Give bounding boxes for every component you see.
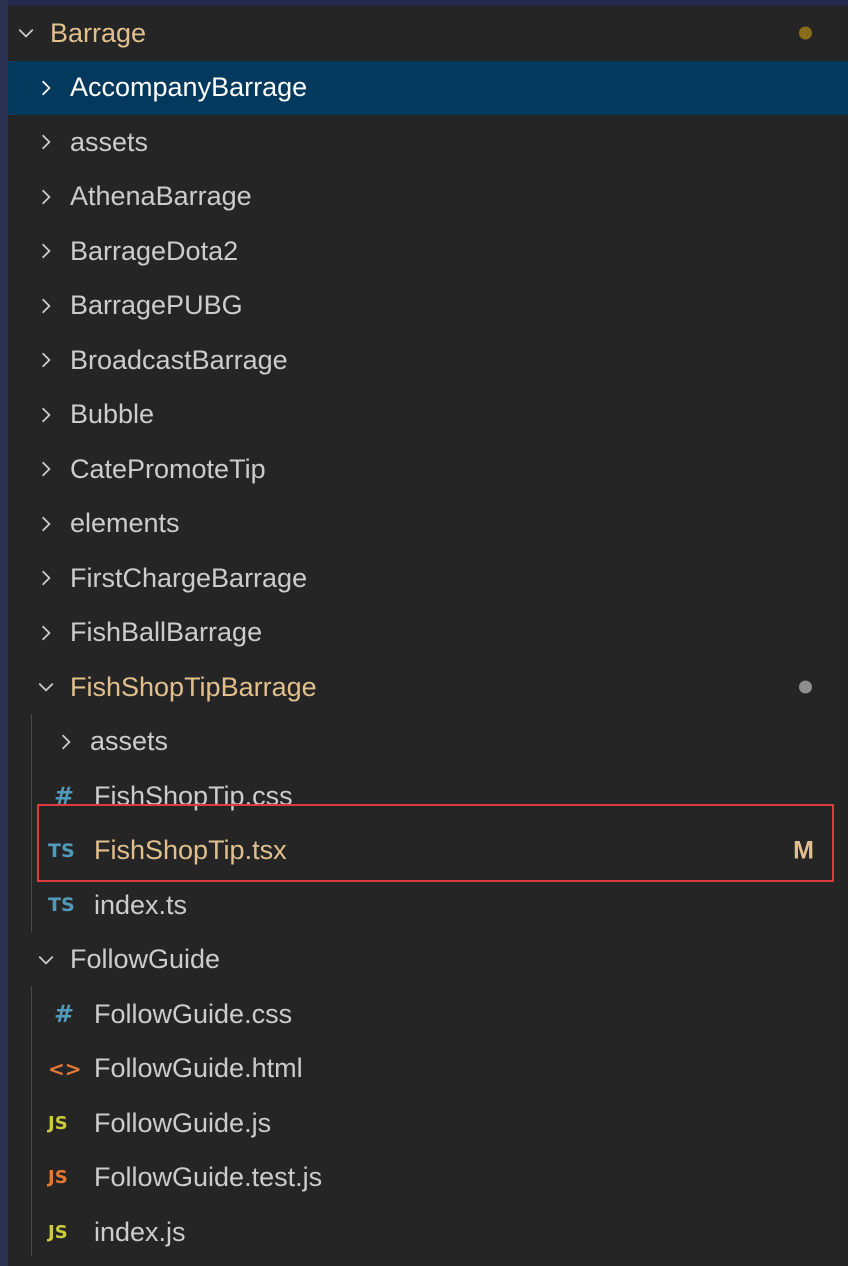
folder-athenabarrage[interactable]: AthenaBarrage [8, 170, 848, 225]
folder-assets[interactable]: assets [8, 115, 848, 170]
file-label: FollowGuide.html [94, 1053, 303, 1084]
folder-fishshop-assets[interactable]: assets [8, 715, 848, 770]
chevron-right-icon [36, 401, 56, 428]
chevron-right-icon [36, 510, 56, 537]
folder-barragedota2[interactable]: BarrageDota2 [8, 224, 848, 279]
file-followguide-css[interactable]: # FollowGuide.css [8, 987, 848, 1042]
chevron-right-icon [56, 728, 76, 755]
chevron-right-icon [36, 74, 56, 101]
folder-elements[interactable]: elements [8, 497, 848, 552]
chevron-down-icon [36, 946, 56, 973]
file-fishshoptip-css[interactable]: # FishShopTip.css [8, 769, 848, 824]
folder-label: Barrage [50, 17, 147, 48]
file-explorer-tree: Barrage AccompanyBarrage assets AthenaBa… [8, 6, 848, 1266]
file-label: index.ts [94, 889, 188, 920]
chevron-right-icon [36, 619, 56, 646]
chevron-right-icon [36, 292, 56, 319]
chevron-right-icon [36, 238, 56, 265]
indent-guide [31, 714, 32, 932]
folder-broadcastbarrage[interactable]: BroadcastBarrage [8, 333, 848, 388]
modified-badge: M [793, 836, 814, 865]
folder-label: FollowGuide [70, 944, 221, 975]
file-label: FollowGuide.test.js [94, 1162, 323, 1193]
activity-bar-edge [0, 0, 8, 1266]
file-followguide-js[interactable]: JS FollowGuide.js [8, 1096, 848, 1151]
chevron-right-icon [36, 456, 56, 483]
folder-label: BroadcastBarrage [70, 344, 288, 375]
folder-label: BarrageDota2 [70, 235, 239, 266]
chevron-right-icon [36, 183, 56, 210]
folder-label: FishBallBarrage [70, 617, 263, 648]
file-label: FollowGuide.js [94, 1107, 272, 1138]
file-fishshoptip-tsx[interactable]: TS FishShopTip.tsx M [8, 824, 848, 879]
chevron-down-icon [36, 674, 56, 701]
file-index-js[interactable]: JS index.js [8, 1205, 848, 1260]
file-label: FishShopTip.css [94, 780, 293, 811]
folder-label: assets [90, 726, 169, 757]
folder-label: Bubble [70, 399, 155, 430]
chevron-right-icon [36, 347, 56, 374]
typescript-file-icon: TS [48, 894, 75, 917]
chevron-right-icon [36, 129, 56, 156]
folder-label: FishShopTipBarrage [70, 671, 317, 702]
folder-label: FirstChargeBarrage [70, 562, 308, 593]
modified-dot [799, 680, 812, 694]
folder-label: CatePromoteTip [70, 453, 266, 484]
folder-label: BarragePUBG [70, 290, 243, 321]
javascript-test-file-icon: JS [48, 1167, 68, 1189]
folder-catepromotetip[interactable]: CatePromoteTip [8, 442, 848, 497]
folder-barragepubg[interactable]: BarragePUBG [8, 279, 848, 334]
file-followguide-test-js[interactable]: JS FollowGuide.test.js [8, 1151, 848, 1206]
folder-fishballbarrage[interactable]: FishBallBarrage [8, 606, 848, 661]
file-followguide-html[interactable]: <> FollowGuide.html [8, 1042, 848, 1097]
file-label: index.js [94, 1216, 186, 1247]
file-index-ts[interactable]: TS index.ts [8, 878, 848, 933]
file-label: FishShopTip.tsx [94, 835, 287, 866]
folder-label: elements [70, 508, 180, 539]
file-label: FollowGuide.css [94, 998, 293, 1029]
folder-accompanybarrage[interactable]: AccompanyBarrage [8, 60, 848, 115]
folder-followguide[interactable]: FollowGuide [8, 933, 848, 988]
indent-guide [31, 986, 32, 1256]
html-file-icon: <> [48, 1056, 82, 1081]
javascript-file-icon: JS [48, 1221, 68, 1243]
typescript-file-icon: TS [48, 839, 75, 862]
folder-label: assets [70, 126, 149, 157]
chevron-right-icon [36, 565, 56, 592]
folder-label: AccompanyBarrage [70, 72, 308, 103]
javascript-file-icon: JS [48, 1112, 68, 1134]
folder-label: AthenaBarrage [70, 181, 252, 212]
css-file-icon: # [54, 782, 75, 811]
folder-barrage[interactable]: Barrage [8, 6, 848, 61]
folder-bubble[interactable]: Bubble [8, 388, 848, 443]
folder-fishshoptipbarrage[interactable]: FishShopTipBarrage [8, 660, 848, 715]
css-file-icon: # [54, 1000, 75, 1029]
folder-firstchargebarrage[interactable]: FirstChargeBarrage [8, 551, 848, 606]
chevron-down-icon [16, 20, 36, 47]
modified-dot [799, 26, 812, 40]
